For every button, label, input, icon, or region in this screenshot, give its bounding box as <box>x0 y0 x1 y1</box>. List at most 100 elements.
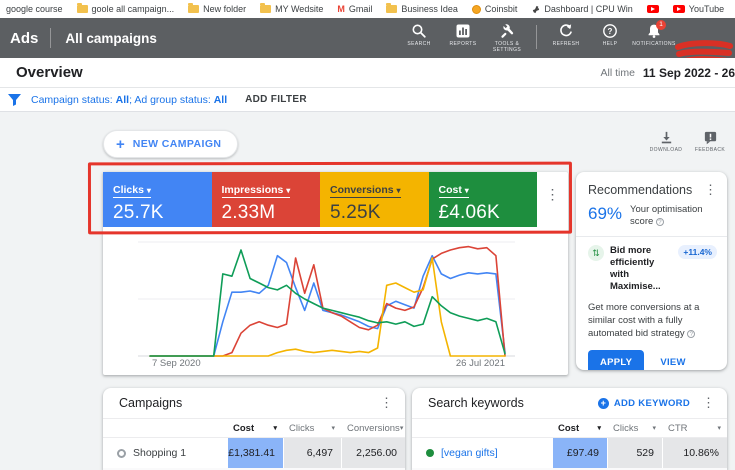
reports-button[interactable]: REPORTS <box>444 23 482 47</box>
chevron-down-icon: ▾ <box>286 186 290 195</box>
clicks-cell: 6,497 <box>283 438 341 468</box>
bookmark-item[interactable] <box>647 5 659 13</box>
help-circle-icon[interactable]: ? <box>656 218 664 226</box>
youtube-icon <box>673 5 685 13</box>
metric-label: Clicks <box>113 184 144 196</box>
bookmark-item[interactable]: YouTube <box>673 4 724 14</box>
chevron-down-icon: ▾ <box>273 424 277 432</box>
optimisation-score: 69% <box>588 204 622 228</box>
chevron-down-icon: ▾ <box>147 186 151 195</box>
download-icon <box>659 130 674 145</box>
chevron-down-icon: ▾ <box>717 424 721 432</box>
new-campaign-label: NEW CAMPAIGN <box>133 138 222 150</box>
column-header-ctr[interactable]: CTR▾ <box>662 419 727 437</box>
bookmark-label: New folder <box>203 4 246 14</box>
bookmarks-bar: google course goole all campaign... New … <box>0 0 735 18</box>
metric-value: 2.33M <box>222 202 311 224</box>
bookmark-item[interactable]: Coinsbit <box>472 4 518 14</box>
conversions-cell: 2,256.00 <box>341 438 405 468</box>
uplift-badge: +11.4% <box>678 245 717 259</box>
filter-separator: ; <box>129 94 132 106</box>
column-header-conversions[interactable]: Conversions▾ <box>341 419 405 437</box>
bookmark-item[interactable]: google course <box>6 4 63 14</box>
bid-strategy-icon: ⇅ <box>588 245 604 261</box>
add-keyword-button[interactable]: +ADD KEYWORD <box>598 398 690 409</box>
folder-icon <box>188 5 199 13</box>
reports-label: REPORTS <box>450 41 477 47</box>
keyword-status-icon <box>426 449 434 457</box>
view-button[interactable]: VIEW <box>660 357 685 368</box>
status-filter-chip[interactable]: Campaign status: All; Ad group status: A… <box>31 94 227 106</box>
date-range-picker[interactable]: All time 11 Sep 2022 - 26 <box>600 66 735 80</box>
metric-card-impressions[interactable]: Impressions ▾ 2.33M <box>212 172 321 227</box>
chart-series-cost <box>150 250 505 356</box>
feedback-button[interactable]: FEEDBACK <box>690 130 730 153</box>
bookmark-item[interactable]: Dashboard | CPU Win <box>531 4 632 14</box>
tools-settings-button[interactable]: TOOLS & SETTINGS <box>488 23 526 53</box>
filter-value: All <box>214 94 227 106</box>
bookmark-item[interactable]: New folder <box>188 4 246 14</box>
campaigns-title: Campaigns <box>119 396 182 410</box>
ctr-cell: 10.86% <box>662 438 727 468</box>
metric-card-clicks[interactable]: Clicks ▾ 25.7K <box>103 172 212 227</box>
table-row[interactable]: [vegan gifts] £97.49 529 10.86% <box>412 438 727 468</box>
download-button[interactable]: DOWNLOAD <box>646 130 686 153</box>
help-button[interactable]: ? HELP <box>591 23 629 47</box>
keywords-menu[interactable]: ⋮ <box>702 395 715 411</box>
recommendations-card: Recommendations ⋮ 69% Your optimisation … <box>576 172 727 370</box>
filter-bar: Campaign status: All; Ad group status: A… <box>0 88 735 112</box>
filter-value: All <box>116 94 129 106</box>
search-keywords-card: Search keywords +ADD KEYWORD ⋮ Cost▾ Cli… <box>412 388 727 470</box>
add-filter-button[interactable]: ADD FILTER <box>245 94 307 105</box>
column-header-cost[interactable]: Cost▾ <box>227 419 283 437</box>
metric-card-cost[interactable]: Cost ▾ £4.06K <box>429 172 538 227</box>
notifications-label: NOTIFICATIONS <box>632 41 675 47</box>
metric-label: Conversions <box>330 184 394 196</box>
filter-icon <box>8 94 21 106</box>
column-header-clicks[interactable]: Clicks▾ <box>607 419 662 437</box>
summary-card-menu[interactable]: ⋮ <box>537 172 568 227</box>
help-circle-icon[interactable]: ? <box>687 330 695 338</box>
column-header-clicks[interactable]: Clicks▾ <box>283 419 341 437</box>
bookmark-item[interactable]: MGmail <box>337 4 372 14</box>
refresh-button[interactable]: REFRESH <box>547 23 585 47</box>
feedback-icon <box>703 130 718 145</box>
recommendation-body: Get more conversions at a similar cost w… <box>576 295 727 340</box>
metric-card-conversions[interactable]: Conversions ▾ 5.25K <box>320 172 429 227</box>
recommendation-item-title[interactable]: Bid more efficiently with Maximise... <box>610 245 672 293</box>
table-row[interactable]: Shopping 1 £1,381.41 6,497 2,256.00 <box>103 438 405 468</box>
apply-button[interactable]: APPLY <box>588 350 644 370</box>
bookmark-label: goole all campaign... <box>92 4 175 14</box>
chevron-down-icon: ▾ <box>331 424 335 432</box>
campaigns-menu[interactable]: ⋮ <box>380 395 393 411</box>
search-button[interactable]: SEARCH <box>400 23 438 47</box>
ads-logo[interactable]: Ads <box>0 30 50 47</box>
new-campaign-button[interactable]: + NEW CAMPAIGN <box>103 130 238 158</box>
campaign-status-icon <box>117 449 126 458</box>
page-context-title: All campaigns <box>51 31 157 46</box>
plus-circle-icon: + <box>598 398 609 409</box>
bookmark-item[interactable]: Business Idea <box>386 4 458 14</box>
line-chart <box>103 227 568 375</box>
divider <box>536 25 537 49</box>
column-spacer <box>412 419 552 437</box>
chevron-down-icon: ▾ <box>652 424 656 432</box>
chevron-down-icon: ▾ <box>397 186 401 195</box>
clicks-cell: 529 <box>607 438 662 468</box>
notifications-button[interactable]: 1 NOTIFICATIONS <box>635 23 673 47</box>
recommendations-menu[interactable]: ⋮ <box>704 182 717 198</box>
column-spacer <box>103 419 227 437</box>
campaign-name[interactable]: Shopping 1 <box>133 447 186 459</box>
search-label: SEARCH <box>407 41 430 47</box>
overview-summary-card: Clicks ▾ 25.7K Impressions ▾ 2.33M Conve… <box>103 172 568 375</box>
chevron-down-icon: ▾ <box>400 424 404 432</box>
column-header-cost[interactable]: Cost▾ <box>552 419 607 437</box>
chart-series-clicks <box>150 256 505 356</box>
metric-strip: Clicks ▾ 25.7K Impressions ▾ 2.33M Conve… <box>103 172 568 227</box>
bookmark-item[interactable]: goole all campaign... <box>77 4 175 14</box>
date-range-value: 11 Sep 2022 - 26 <box>643 66 735 80</box>
bookmark-item[interactable]: MY Wedsite <box>260 4 323 14</box>
bookmark-label: Coinsbit <box>485 4 518 14</box>
keyword-name[interactable]: [vegan gifts] <box>441 447 498 459</box>
metric-value: 5.25K <box>330 202 419 224</box>
